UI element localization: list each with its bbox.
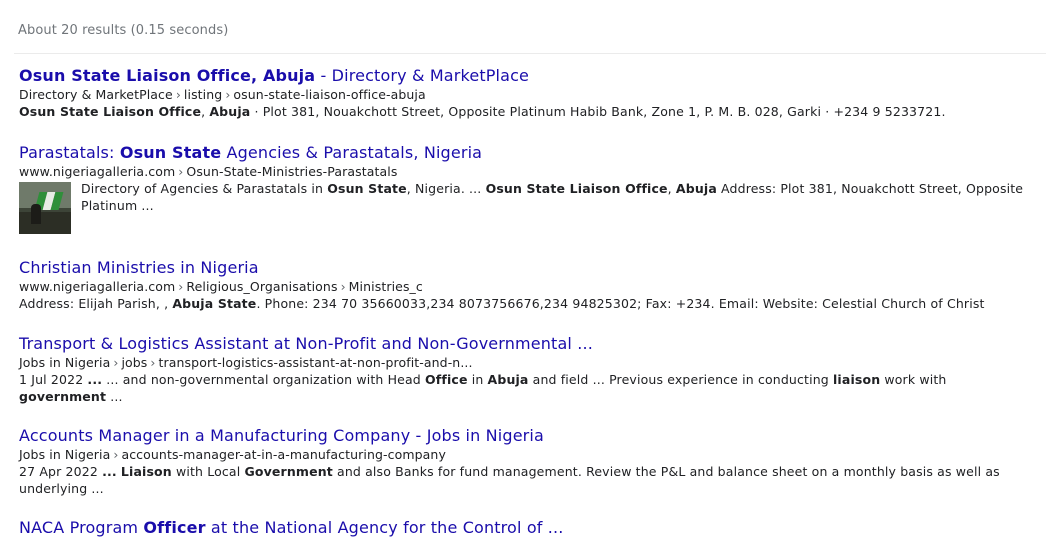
search-result: Transport & Logistics Assistant at Non-P… (19, 334, 1039, 405)
breadcrumb-separator-icon: › (175, 87, 181, 102)
result-snippet-row: Directory of Agencies & Parastatals in O… (19, 180, 1039, 234)
highlighted-text: Officer (143, 518, 206, 537)
highlighted-text: Abuja (675, 181, 717, 196)
text-segment: · Plot 381, Nouakchott Street, Opposite … (250, 104, 946, 119)
thumbnail-ground (19, 212, 71, 234)
search-result: NACA Program Officer at the National Age… (19, 518, 1039, 538)
highlighted-text: Osun State Liaison Office, Abuja (19, 66, 316, 85)
text-segment: and field ... Previous experience in con… (528, 372, 833, 387)
text-segment: , Nigeria. ... (406, 181, 486, 196)
text-segment: . Phone: 234 70 35660033,234 8073756676,… (256, 296, 985, 311)
text-segment: with Local (171, 464, 245, 479)
breadcrumb-segment: Jobs in Nigeria (19, 355, 111, 370)
search-result: Christian Ministries in Nigeria www.nige… (19, 258, 1039, 312)
breadcrumb-segment: accounts-manager-at-in-a-manufacturing-c… (121, 447, 446, 462)
text-segment: Transport & Logistics Assistant at Non-P… (19, 334, 593, 353)
text-segment: in (467, 372, 488, 387)
breadcrumb-segment: Directory & MarketPlace (19, 87, 173, 102)
result-breadcrumb[interactable]: Jobs in Nigeria › accounts-manager-at-in-a… (19, 446, 1039, 463)
result-title-link[interactable]: Christian Ministries in Nigeria (19, 258, 1039, 278)
result-breadcrumb[interactable]: www.nigeriagalleria.com › Religious_Organi… (19, 278, 1039, 295)
highlighted-text: Abuja State (172, 296, 257, 311)
highlighted-text: government (19, 389, 107, 404)
text-segment: Parastatals: (19, 143, 120, 162)
highlighted-text: liaison (832, 372, 881, 387)
breadcrumb-segment: Jobs in Nigeria (19, 447, 111, 462)
result-snippet: Directory of Agencies & Parastatals in O… (81, 180, 1039, 214)
result-breadcrumb[interactable]: Directory & MarketPlace › listing › osun-sta… (19, 86, 1039, 103)
breadcrumb-segment: Religious_Organisations (186, 279, 338, 294)
breadcrumb-segment: transport-logistics-assistant-at-non-pro… (158, 355, 473, 370)
search-result: Accounts Manager in a Manufacturing Comp… (19, 426, 1039, 497)
breadcrumb-segment: jobs (121, 355, 148, 370)
breadcrumb-segment: www.nigeriagalleria.com (19, 279, 176, 294)
text-segment: , (667, 181, 676, 196)
highlighted-text: Osun State Liaison Office (485, 181, 668, 196)
highlighted-text: Liaison (120, 464, 172, 479)
text-segment: NACA Program (19, 518, 144, 537)
search-result: Osun State Liaison Office, Abuja - Direc… (19, 66, 1039, 120)
breadcrumb-separator-icon: › (340, 279, 346, 294)
text-segment: 1 Jul 2022 (19, 372, 88, 387)
text-segment: Directory of Agencies & Parastatals in (81, 181, 328, 196)
result-snippet: 1 Jul 2022 ... ... and non-governmental … (19, 371, 994, 405)
breadcrumb-segment: www.nigeriagalleria.com (19, 164, 176, 179)
result-title-link[interactable]: Transport & Logistics Assistant at Non-P… (19, 334, 1039, 354)
result-snippet: Osun State Liaison Office, Abuja · Plot … (19, 103, 1039, 120)
breadcrumb-separator-icon: › (113, 447, 119, 462)
breadcrumb-segment: Ministries_c (348, 279, 423, 294)
text-segment: - Directory & MarketPlace (315, 66, 530, 85)
breadcrumb-separator-icon: › (178, 164, 184, 179)
text-segment: 27 Apr 2022 (19, 464, 103, 479)
highlighted-text: Osun State Liaison Office (19, 104, 202, 119)
breadcrumb-separator-icon: › (178, 279, 184, 294)
result-breadcrumb[interactable]: Jobs in Nigeria › jobs › transport-logistics… (19, 354, 1039, 371)
result-title-link[interactable]: Osun State Liaison Office, Abuja - Direc… (19, 66, 1039, 86)
highlighted-text: Office (425, 372, 468, 387)
breadcrumb-separator-icon: › (113, 355, 119, 370)
result-snippet: Address: Elijah Parish, , Abuja State. P… (19, 295, 1039, 312)
result-title-link[interactable]: NACA Program Officer at the National Age… (19, 518, 1039, 538)
text-segment: Accounts Manager in a Manufacturing Comp… (19, 426, 544, 445)
breadcrumb-segment: Osun-State-Ministries-Parastatals (186, 164, 398, 179)
text-segment: work with (880, 372, 947, 387)
result-breadcrumb[interactable]: www.nigeriagalleria.com › Osun-State-Minis… (19, 163, 1039, 180)
highlighted-text: Abuja (209, 104, 251, 119)
breadcrumb-separator-icon: › (225, 87, 231, 102)
nigeria-flag-photo-thumbnail[interactable] (19, 182, 71, 234)
search-result: Parastatals: Osun State Agencies & Paras… (19, 143, 1039, 234)
breadcrumb-separator-icon: › (150, 355, 156, 370)
text-segment: ... (106, 389, 123, 404)
text-segment: at the National Agency for the Control o… (205, 518, 564, 537)
text-segment: ... and non-governmental organization wi… (102, 372, 425, 387)
text-segment: Christian Ministries in Nigeria (19, 258, 259, 277)
highlighted-text: Osun State (119, 143, 222, 162)
highlighted-text: ... (87, 372, 103, 387)
result-snippet: 27 Apr 2022 ... Liaison with Local Gover… (19, 463, 1029, 497)
result-title-link[interactable]: Accounts Manager in a Manufacturing Comp… (19, 426, 1039, 446)
highlighted-text: Osun State (327, 181, 407, 196)
text-segment: Agencies & Parastatals, Nigeria (221, 143, 483, 162)
highlighted-text: Government (244, 464, 333, 479)
breadcrumb-segment: osun-state-liaison-office-abuja (233, 87, 426, 102)
text-segment: Address: Elijah Parish, , (19, 296, 173, 311)
highlighted-text: ... (102, 464, 117, 479)
highlighted-text: Abuja (487, 372, 529, 387)
breadcrumb-segment: listing (183, 87, 223, 102)
divider (14, 53, 1046, 54)
result-stats: About 20 results (0.15 seconds) (18, 23, 229, 38)
search-results-page: About 20 results (0.15 seconds) Osun Sta… (0, 0, 1060, 540)
thumbnail-person (31, 204, 41, 224)
result-title-link[interactable]: Parastatals: Osun State Agencies & Paras… (19, 143, 1039, 163)
